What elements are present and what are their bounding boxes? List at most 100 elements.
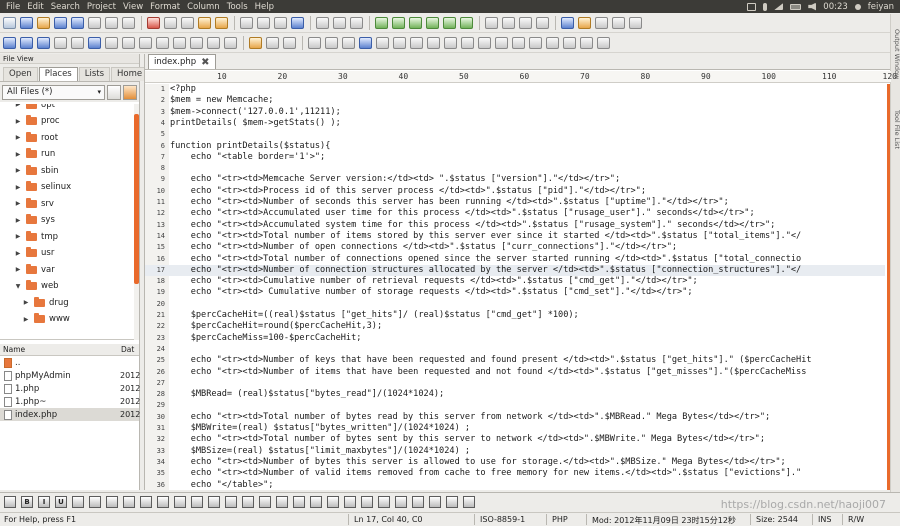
lowercase-icon[interactable] (190, 37, 203, 49)
html-list-icon[interactable] (427, 37, 440, 49)
comment-icon[interactable] (139, 37, 152, 49)
print-icon[interactable] (105, 17, 118, 29)
code-line[interactable]: 12 echo "<tr><td>Accumulated user time f… (145, 208, 885, 219)
table-icon[interactable] (191, 496, 203, 508)
debug-icon[interactable] (443, 17, 456, 29)
link-icon[interactable] (157, 496, 169, 508)
ordered-list-icon[interactable] (242, 496, 254, 508)
code-line[interactable]: 30 echo "<tr><td>Total number of bytes r… (145, 412, 885, 423)
code-line[interactable]: 36 echo "</table>"; (145, 480, 885, 491)
tree-item[interactable]: ▶ drug (22, 296, 69, 309)
font-tag-icon[interactable] (327, 496, 339, 508)
open-folder-icon[interactable] (37, 17, 50, 29)
column-date[interactable]: Dat (118, 344, 134, 355)
tree-item[interactable]: ▶ proc (14, 115, 60, 128)
project-save-icon[interactable] (37, 37, 50, 49)
format-icon[interactable] (224, 37, 237, 49)
html-comment-icon[interactable] (580, 37, 593, 49)
bluetooth-icon[interactable] (763, 2, 768, 11)
tab-places[interactable]: Places (38, 67, 78, 81)
break-icon[interactable] (276, 496, 288, 508)
file-row[interactable]: phpMyAdmin 2012 (0, 369, 140, 382)
html-image-icon[interactable] (376, 37, 389, 49)
column-mode-icon[interactable] (350, 17, 363, 29)
tree-item[interactable]: ▶ sbin (14, 164, 59, 177)
code-line[interactable]: 23 $percCacheMiss=100-$percCacheHit; (145, 333, 885, 344)
preview-icon[interactable] (463, 496, 475, 508)
code-line[interactable]: 34 echo "<tr><td>Number of bytes this se… (145, 457, 885, 468)
collapsed-arrow-icon[interactable]: ▶ (14, 250, 22, 257)
print-preview-icon[interactable] (122, 17, 135, 29)
code-line[interactable]: 10 echo "<tr><td>Process id of this serv… (145, 186, 885, 197)
code-line[interactable]: 9 echo "<tr><td>Memcache Server version:… (145, 174, 885, 185)
tree-item[interactable]: ▶ root (14, 131, 58, 144)
function-list-icon[interactable] (249, 37, 262, 49)
code-line[interactable]: 16 echo "<tr><td>Total number of connect… (145, 254, 885, 265)
run-icon[interactable] (426, 17, 439, 29)
tree-scroll-thumb[interactable] (134, 114, 139, 284)
tab-lists[interactable]: Lists (78, 67, 111, 81)
project-close-icon[interactable] (54, 37, 67, 49)
code-tag-icon[interactable] (395, 496, 407, 508)
outdent-icon[interactable] (122, 37, 135, 49)
html-color-icon[interactable] (495, 37, 508, 49)
find-icon[interactable] (240, 17, 253, 29)
code-line[interactable]: 4 printDetails( $mem->getStats() ); (145, 118, 885, 129)
menu-help[interactable]: Help (255, 2, 274, 12)
align-left-icon[interactable] (72, 496, 84, 508)
network-icon[interactable] (774, 3, 784, 10)
open-file-icon[interactable] (20, 17, 33, 29)
copy-icon[interactable] (164, 17, 177, 29)
up-folder-button[interactable] (107, 84, 121, 100)
build-icon[interactable] (460, 17, 473, 29)
tree-item[interactable]: ▶ www (22, 313, 70, 326)
div-tag-icon[interactable] (361, 496, 373, 508)
code-line[interactable]: 14 echo "<tr><td>Total number of items s… (145, 231, 885, 242)
meta-tag-icon[interactable] (446, 496, 458, 508)
clock[interactable]: 00:23 (823, 2, 848, 12)
html-paragraph-icon[interactable] (444, 37, 457, 49)
italic-icon[interactable]: I (38, 496, 50, 508)
code-line[interactable]: 24 (145, 344, 885, 355)
trim-icon[interactable] (207, 37, 220, 49)
macro-record-icon[interactable] (375, 17, 388, 29)
list-icon[interactable] (225, 496, 237, 508)
close-tab-icon[interactable]: ✖ (201, 57, 209, 68)
span-tag-icon[interactable] (378, 496, 390, 508)
collapsed-arrow-icon[interactable]: ▶ (14, 151, 22, 158)
html-font-icon[interactable] (512, 37, 525, 49)
project-settings-icon[interactable] (88, 37, 101, 49)
document-tab[interactable]: index.php ✖ (148, 54, 216, 69)
file-filter-select[interactable]: All Files (*) ▾ (2, 84, 105, 100)
image-icon[interactable] (174, 496, 186, 508)
project-open-icon[interactable] (20, 37, 33, 49)
html-div-icon[interactable] (546, 37, 559, 49)
bold-icon[interactable]: B (21, 496, 33, 508)
menu-column[interactable]: Column (187, 2, 220, 12)
status-encoding[interactable]: ISO-8859-1 (480, 515, 525, 524)
code-line[interactable]: 6 function printDetails($status){ (145, 141, 885, 152)
anchor-icon[interactable] (259, 496, 271, 508)
collapsed-arrow-icon[interactable]: ▶ (22, 316, 30, 323)
menu-project[interactable]: Project (87, 2, 116, 12)
code-line[interactable]: 33 $MBSize=(real) $status["limit_maxbyte… (145, 446, 885, 457)
form-icon[interactable] (208, 496, 220, 508)
tree-item[interactable]: ▶ sys (14, 214, 55, 227)
help-icon[interactable] (629, 17, 642, 29)
code-line[interactable]: 1 <?php (145, 84, 885, 95)
html-bold-icon[interactable] (308, 37, 321, 49)
code-line[interactable]: 3 $mem->connect('127.0.0.1',11211); (145, 107, 885, 118)
comment-tag-icon[interactable] (310, 496, 322, 508)
cut-icon[interactable] (147, 17, 160, 29)
file-row[interactable]: .. (0, 356, 139, 369)
code-line[interactable]: 31 $MBWrite=(real) $status["bytes_writte… (145, 423, 885, 434)
code-line[interactable]: 11 echo "<tr><td>Number of seconds this … (145, 197, 885, 208)
html-hr-icon[interactable] (478, 37, 491, 49)
style-tag-icon[interactable] (429, 496, 441, 508)
collapsed-arrow-icon[interactable]: ▶ (14, 217, 22, 224)
project-add-icon[interactable] (71, 37, 84, 49)
status-ins[interactable]: INS (818, 515, 831, 524)
html-validate-icon[interactable] (597, 37, 610, 49)
sort-icon[interactable] (536, 17, 549, 29)
word-wrap-icon[interactable] (316, 17, 329, 29)
